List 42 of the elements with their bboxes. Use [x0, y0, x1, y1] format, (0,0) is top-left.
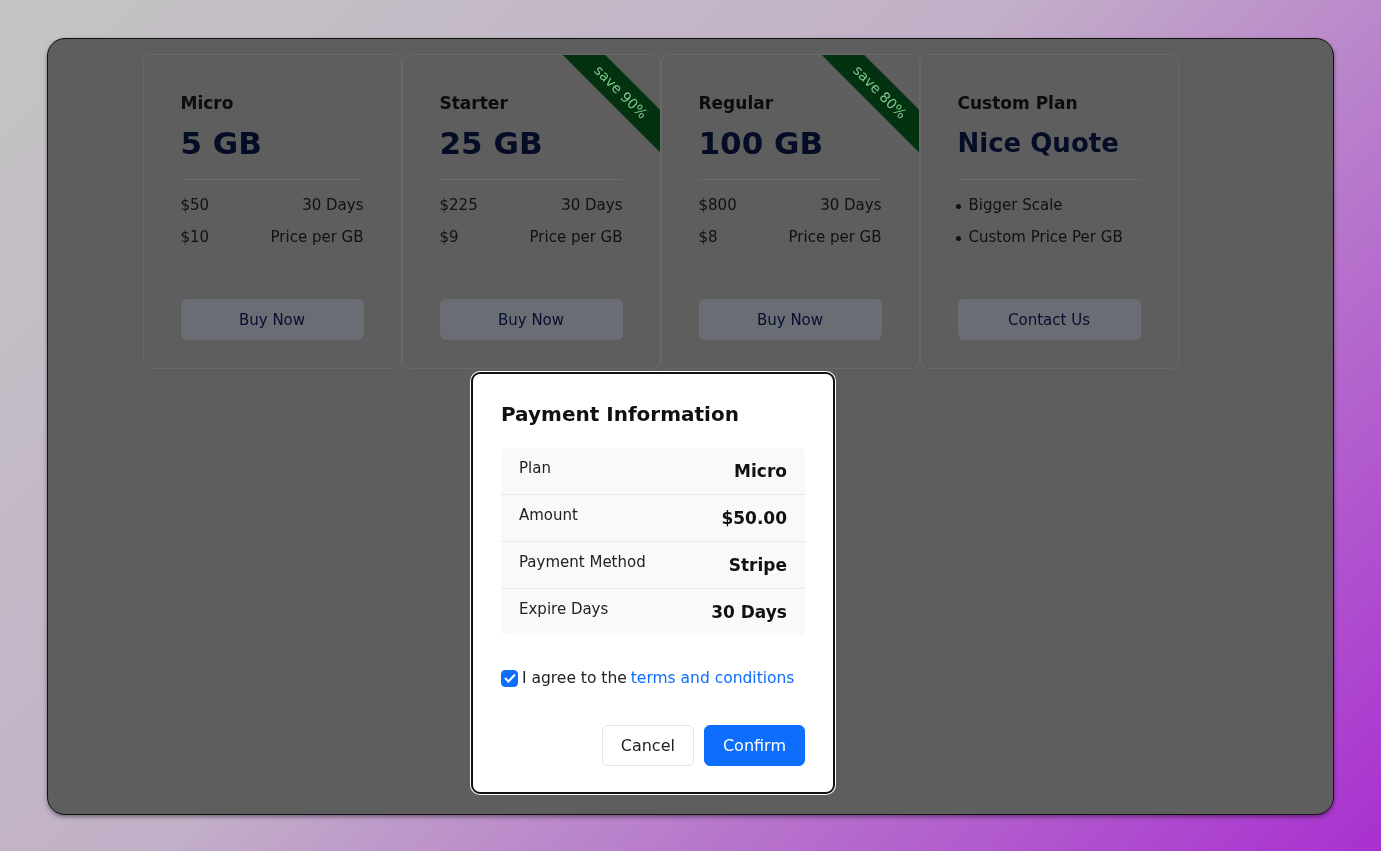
price-label: 30 Days	[820, 196, 882, 216]
price-text: $8	[698, 228, 718, 248]
price-label: Price per GB	[529, 228, 623, 248]
plan-name: Starter	[439, 93, 509, 113]
plan-button[interactable]: Buy Now	[180, 299, 364, 340]
price-text: $9	[439, 228, 459, 248]
detail-label: Payment Method	[519, 553, 646, 571]
feature-text: Bigger Scale	[968, 196, 1063, 216]
dialog-title: Payment Information	[501, 402, 740, 426]
price-text: $50	[180, 196, 210, 216]
detail-value: $50.00	[721, 508, 787, 528]
price-text: $225	[439, 196, 478, 216]
cancel-button[interactable]: Cancel	[601, 725, 694, 766]
plan-name: Micro	[180, 93, 235, 113]
plan-name: Regular	[698, 93, 775, 113]
agree-text: I agree to the	[522, 669, 627, 687]
price-label: Price per GB	[788, 228, 882, 248]
detail-value: Micro	[734, 461, 787, 481]
plan-button[interactable]: Buy Now	[698, 299, 882, 340]
detail-label: Expire Days	[519, 600, 609, 618]
plan-name: Custom Plan	[957, 93, 1079, 113]
detail-label: Amount	[519, 506, 578, 524]
plan-button[interactable]: Buy Now	[439, 299, 623, 340]
confirm-button[interactable]: Confirm	[703, 725, 805, 766]
price-label: 30 Days	[561, 196, 623, 216]
plan-size: 100 GB	[698, 124, 825, 163]
price-text: $10	[180, 228, 210, 248]
plan-size: 5 GB	[180, 124, 263, 163]
plan-size: Nice Quote	[957, 127, 1120, 160]
terms-link[interactable]: terms and conditions	[630, 669, 795, 687]
bullet-icon	[955, 204, 961, 209]
agree-checkbox[interactable]	[501, 669, 518, 687]
detail-value: 30 Days	[711, 602, 787, 622]
plan-size: 25 GB	[439, 124, 544, 163]
price-label: Price per GB	[270, 228, 364, 248]
detail-value: Stripe	[728, 555, 787, 575]
price-label: 30 Days	[302, 196, 364, 216]
feature-text: Custom Price Per GB	[968, 228, 1123, 248]
bullet-icon	[955, 236, 961, 241]
price-text: $800	[698, 196, 737, 216]
detail-label: Plan	[519, 459, 551, 477]
plan-button[interactable]: Contact Us	[957, 299, 1141, 340]
